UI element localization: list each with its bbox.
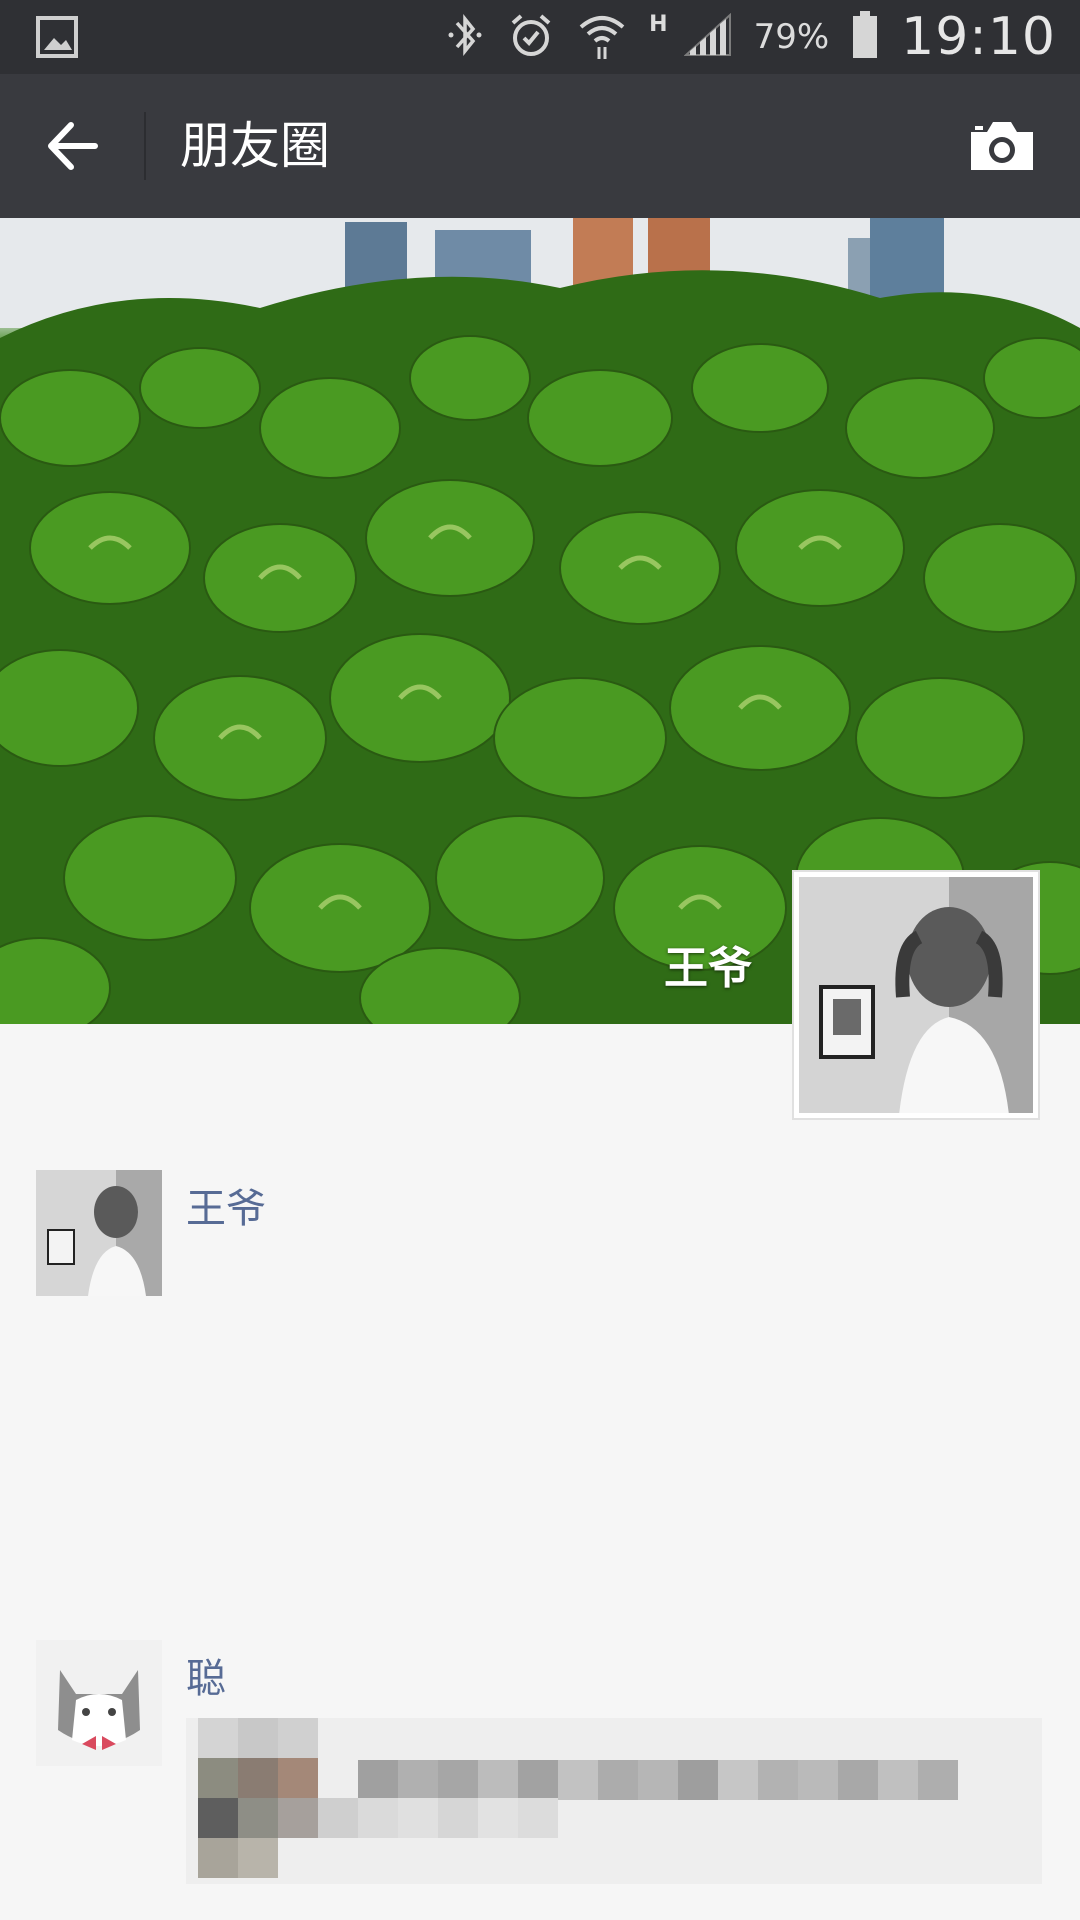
status-bar: H 79% 19:10 — [0, 0, 1080, 74]
signal-icon — [682, 12, 732, 61]
page-title: 朋友圈 — [180, 117, 330, 175]
title-divider — [144, 112, 146, 180]
cat-avatar-photo — [36, 1640, 162, 1766]
pixelated-content — [186, 1718, 1042, 1884]
back-button[interactable] — [36, 110, 108, 182]
network-type: H — [649, 11, 668, 37]
title-bar: 朋友圈 — [0, 74, 1080, 218]
status-icons: H 79% 19:10 — [445, 0, 1056, 74]
feed-avatar[interactable] — [36, 1640, 162, 1766]
battery-percentage: 79% — [753, 17, 830, 57]
gallery-icon — [36, 0, 78, 74]
camera-button[interactable] — [964, 112, 1040, 180]
clock: 19:10 — [901, 7, 1056, 67]
camera-icon — [971, 122, 1033, 170]
avatar-photo — [36, 1170, 162, 1296]
back-arrow-icon — [48, 122, 98, 170]
cover-user-name: 王爷 — [664, 943, 752, 994]
feed-user-name[interactable]: 王爷 — [186, 1176, 266, 1234]
battery-icon — [851, 11, 879, 63]
alarm-icon — [507, 11, 555, 63]
profile-avatar[interactable] — [792, 870, 1040, 1120]
avatar-photo — [799, 877, 1033, 1113]
bluetooth-icon — [445, 11, 485, 63]
feed-user-name[interactable]: 聪 — [186, 1646, 226, 1704]
wifi-icon — [577, 9, 627, 65]
blurred-post-content — [186, 1718, 1042, 1884]
feed-avatar[interactable] — [36, 1170, 162, 1296]
